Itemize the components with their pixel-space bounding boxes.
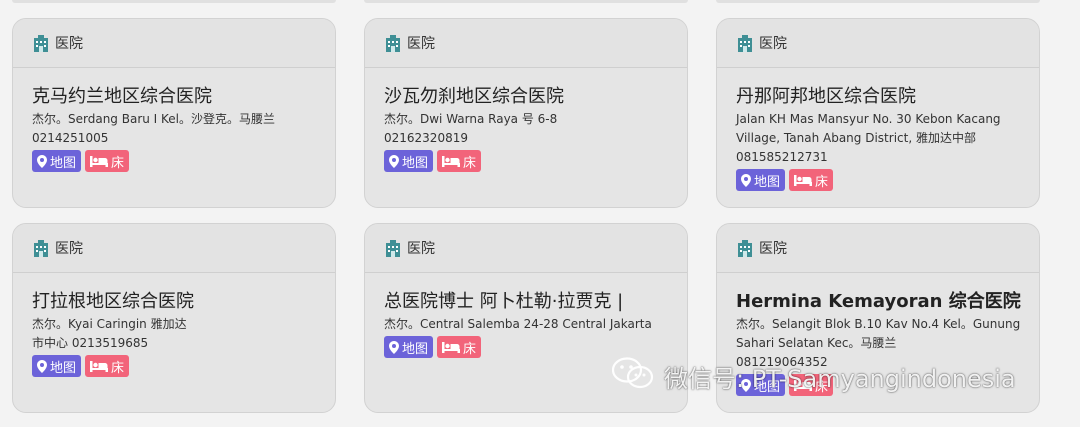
wechat-icon (611, 356, 654, 396)
map-button[interactable]: 地图 (384, 336, 434, 358)
card-header: 医院 (717, 19, 1039, 68)
bed-label: 床 (463, 155, 477, 171)
bed-icon (90, 155, 109, 167)
bed-button[interactable]: 床 (85, 150, 130, 172)
card-category: 医院 (759, 241, 787, 257)
card-header: 医院 (717, 224, 1039, 273)
card-category: 医院 (407, 241, 435, 257)
hospital-name[interactable]: 丹那阿邦地区综合医院 (736, 84, 1039, 110)
previous-card-edge (364, 0, 688, 3)
hospital-card[interactable]: 医院 丹那阿邦地区综合医院 Jalan KH Mas Mansyur No. 3… (716, 18, 1040, 208)
bed-label: 床 (111, 155, 125, 171)
card-category: 医院 (55, 241, 83, 257)
map-label: 地图 (50, 155, 77, 171)
card-header: 医院 (365, 19, 687, 68)
hospital-icon (385, 34, 401, 52)
bed-icon (442, 341, 461, 353)
map-button[interactable]: 地图 (384, 150, 434, 172)
map-button[interactable]: 地图 (736, 169, 786, 191)
map-button[interactable]: 地图 (32, 150, 82, 172)
card-header: 医院 (13, 19, 335, 68)
previous-card-edge (12, 0, 336, 3)
hospital-phone[interactable]: 081585212731 (736, 148, 1039, 167)
hospital-name[interactable]: 沙瓦勿刹地区综合医院 (384, 84, 687, 110)
map-pin-icon (389, 154, 399, 168)
hospital-card[interactable]: 医院 打拉根地区综合医院 杰尔。Kyai Caringin 雅加达 市中心 021… (12, 223, 336, 413)
hospital-address: Jalan KH Mas Mansyur No. 30 Kebon Kacang… (736, 112, 1001, 145)
bed-label: 床 (815, 174, 829, 190)
card-header: 医院 (13, 224, 335, 273)
bed-button[interactable]: 床 (437, 336, 482, 358)
watermark-text: 微信号: PT-Samyangindonesia (664, 364, 1016, 393)
bed-label: 床 (463, 341, 477, 357)
hospital-phone[interactable]: 02162320819 (384, 129, 687, 148)
map-button[interactable]: 地图 (32, 355, 82, 377)
bed-label: 床 (111, 360, 125, 376)
card-category: 医院 (55, 36, 83, 52)
hospital-name[interactable]: Hermina Kemayoran 综合医院 (736, 289, 1039, 315)
map-pin-icon (37, 154, 47, 168)
hospital-address: 杰尔。Central Salemba 24-28 Central Jakarta (384, 317, 652, 331)
map-pin-icon (37, 359, 47, 373)
bed-icon (90, 360, 109, 372)
bed-button[interactable]: 床 (437, 150, 482, 172)
card-category: 医院 (407, 36, 435, 52)
bed-icon (794, 174, 813, 186)
map-label: 地图 (402, 341, 429, 357)
hospital-name[interactable]: 打拉根地区综合医院 (32, 289, 335, 315)
map-pin-icon (741, 173, 751, 187)
wechat-watermark: 微信号: PT-Samyangindonesia (611, 356, 1016, 396)
bed-button[interactable]: 床 (85, 355, 130, 377)
hospital-card[interactable]: 医院 沙瓦勿刹地区综合医院 杰尔。Dwi Warna Raya 号 6-8 02… (364, 18, 688, 208)
hospital-phone[interactable]: 0214251005 (32, 129, 335, 148)
hospital-icon (737, 34, 753, 52)
hospital-icon (33, 34, 49, 52)
hospital-icon (33, 239, 49, 257)
hospital-name[interactable]: 总医院博士 阿卜杜勒·拉贾克 | (384, 289, 687, 315)
map-label: 地图 (50, 360, 77, 376)
previous-card-edge (716, 0, 1040, 3)
card-category: 医院 (759, 36, 787, 52)
hospital-name[interactable]: 克马约兰地区综合医院 (32, 84, 335, 110)
map-label: 地图 (402, 155, 429, 171)
bed-button[interactable]: 床 (789, 169, 834, 191)
map-pin-icon (389, 340, 399, 354)
hospital-address: 杰尔。Selangit Blok B.10 Kav No.4 Kel。Gunun… (736, 317, 1021, 350)
card-header: 医院 (365, 224, 687, 273)
map-label: 地图 (754, 174, 781, 190)
hospital-card[interactable]: 医院 克马约兰地区综合医院 杰尔。Serdang Baru I Kel。沙登克。… (12, 18, 336, 208)
hospital-address: 杰尔。Dwi Warna Raya 号 6-8 (384, 112, 558, 126)
hospital-address: 杰尔。Serdang Baru I Kel。沙登克。马腰兰 (32, 112, 276, 126)
hospital-icon (385, 239, 401, 257)
bed-icon (442, 155, 461, 167)
hospital-icon (737, 239, 753, 257)
hospital-address: 杰尔。Kyai Caringin 雅加达 市中心 0213519685 (32, 317, 187, 350)
